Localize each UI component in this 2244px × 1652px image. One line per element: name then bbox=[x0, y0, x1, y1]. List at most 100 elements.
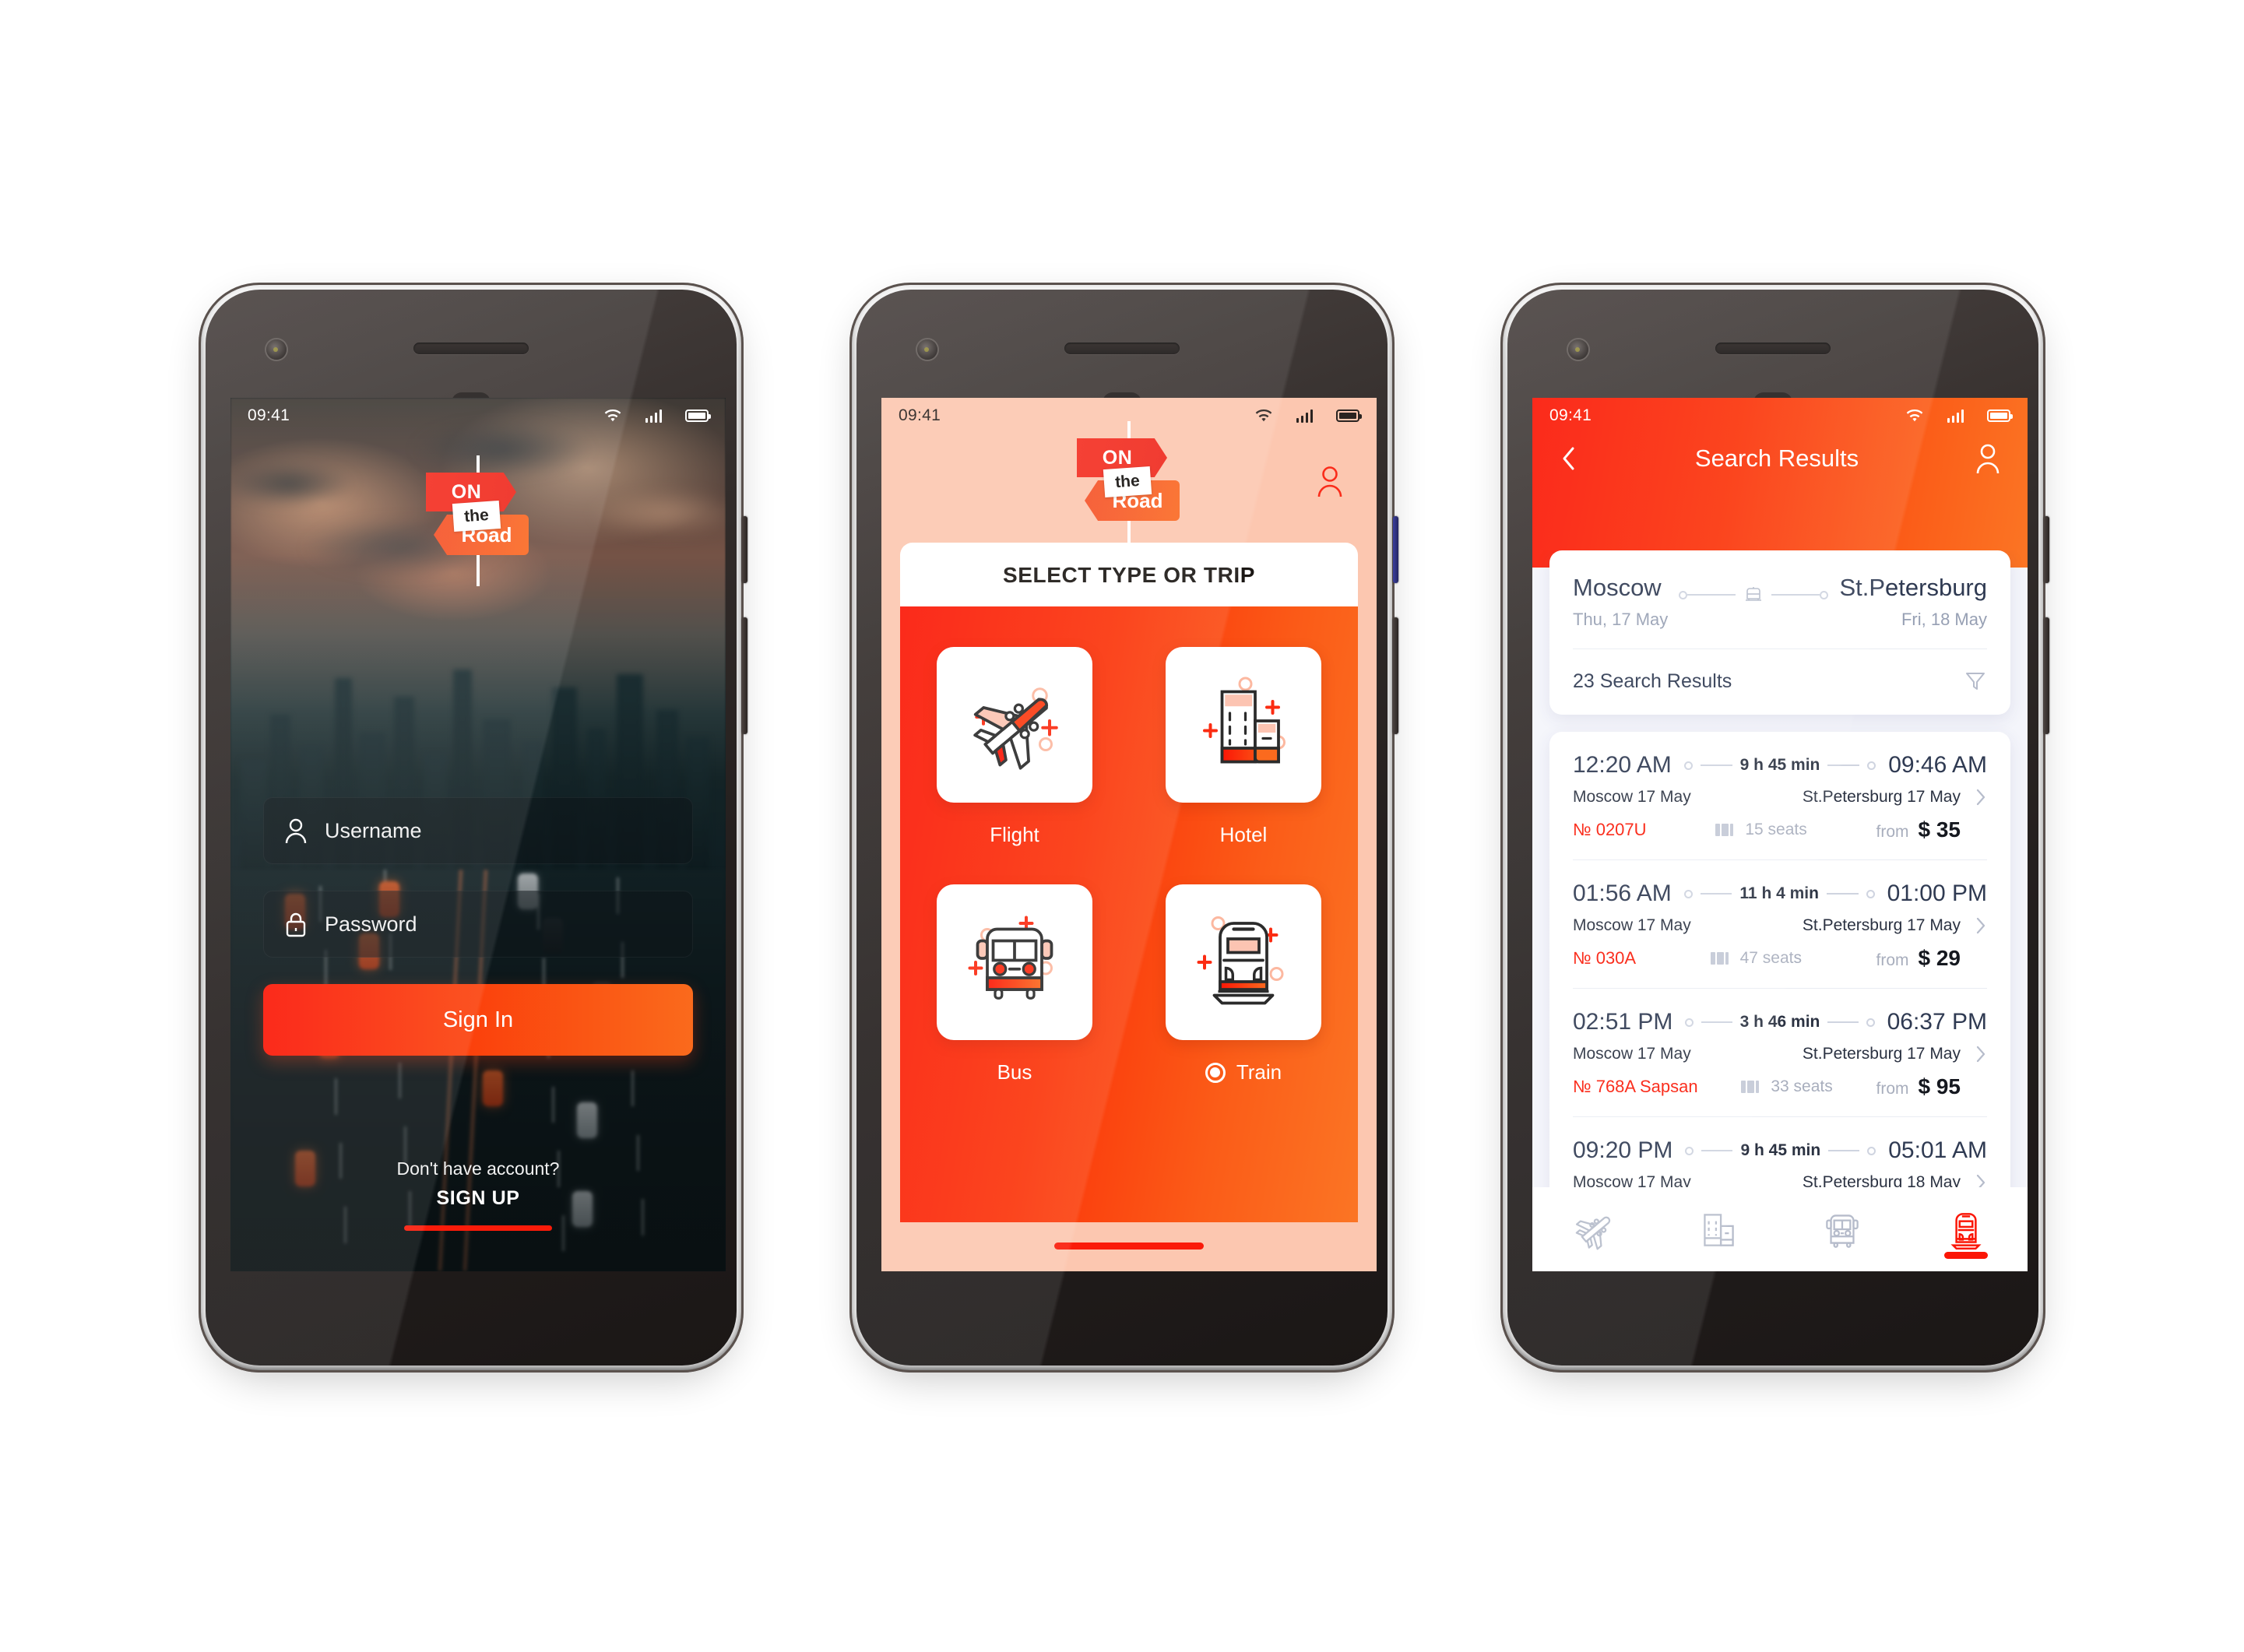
duration-line-left bbox=[1701, 1150, 1733, 1151]
origin-dot bbox=[1679, 590, 1688, 599]
phone-mockup-search-results: 09:41 Search Results Moscow Thu, 17 May … bbox=[1500, 283, 2049, 1377]
earpiece-speaker bbox=[1064, 343, 1180, 354]
arrive-dot bbox=[1867, 761, 1876, 770]
train-label: Train bbox=[1236, 1060, 1282, 1084]
trip-type-train[interactable]: Train bbox=[1166, 884, 1321, 1084]
arrive-place: St.Petersburg 17 May bbox=[1802, 788, 1961, 806]
depart-place: Moscow 17 May bbox=[1573, 916, 1691, 934]
arrive-dot bbox=[1867, 1146, 1876, 1155]
duration-line-right bbox=[1827, 764, 1860, 766]
chevron-right-icon[interactable] bbox=[1975, 1173, 1987, 1187]
arrive-time: 01:00 PM bbox=[1887, 880, 1987, 906]
lock-icon bbox=[283, 909, 309, 939]
filter-icon[interactable] bbox=[1964, 670, 1987, 693]
route-summary-card[interactable]: Moscow Thu, 17 May St.Petersburg Fri, 18… bbox=[1549, 550, 2010, 715]
earpiece-speaker bbox=[1715, 343, 1831, 354]
price: $ 35 bbox=[1918, 817, 1961, 842]
status-bar: 09:41 bbox=[230, 398, 726, 434]
volume-button[interactable] bbox=[1393, 617, 1398, 734]
app-logo: ON Road the bbox=[1067, 421, 1191, 552]
screen-select-type: 09:41 ON Road the SELECT TYPE OR TRIP Fl… bbox=[881, 398, 1377, 1271]
hotel-label: Hotel bbox=[1219, 823, 1268, 846]
chevron-right-icon[interactable] bbox=[1975, 1045, 1987, 1063]
duration: 11 h 4 min bbox=[1739, 884, 1819, 902]
wifi-icon bbox=[1905, 409, 1924, 423]
volume-button[interactable] bbox=[2044, 617, 2049, 734]
phone-body: 09:41 ON bbox=[199, 283, 747, 1373]
duration-line-right bbox=[1826, 893, 1859, 895]
trip-type-label: Bus bbox=[997, 1060, 1032, 1084]
screen-login: 09:41 ON Road the Username Password Sign… bbox=[230, 398, 726, 1271]
results-body: Moscow Thu, 17 May St.Petersburg Fri, 18… bbox=[1532, 550, 2028, 1187]
phone-glass: 09:41 ON bbox=[856, 290, 1388, 1366]
page-title: Search Results bbox=[1694, 445, 1859, 472]
screenshot-canvas: 09:41 ON Road the Username Password Sign… bbox=[0, 0, 2244, 1652]
tab-flight[interactable] bbox=[1532, 1187, 1656, 1271]
profile-icon[interactable] bbox=[1314, 463, 1345, 499]
signal-icon bbox=[1947, 409, 1964, 423]
table-row[interactable]: 01:56 AM 11 h 4 min 01:00 PM Moscow 17 M… bbox=[1573, 859, 1987, 988]
sign-in-button[interactable]: Sign In bbox=[263, 984, 693, 1056]
signup-section: Don't have account? SIGN UP bbox=[230, 1158, 726, 1271]
depart-place: Moscow 17 May bbox=[1573, 788, 1691, 806]
status-time: 09:41 bbox=[248, 406, 290, 424]
phone-body: 09:41 Search Results Moscow Thu, 17 May … bbox=[1500, 283, 2049, 1373]
power-button[interactable] bbox=[1393, 516, 1398, 583]
battery-icon bbox=[1987, 409, 2013, 422]
trip-type-hotel[interactable]: Hotel bbox=[1166, 647, 1321, 847]
duration-line-left bbox=[1700, 893, 1732, 895]
phone-glass: 09:41 Search Results Moscow Thu, 17 May … bbox=[1507, 290, 2038, 1366]
table-row[interactable]: 09:20 PM 9 h 45 min 05:01 AM Moscow 17 M… bbox=[1573, 1116, 1987, 1187]
status-bar: 09:41 bbox=[1532, 398, 2028, 434]
results-count: 23 Search Results bbox=[1573, 670, 1732, 692]
chevron-right-icon[interactable] bbox=[1975, 788, 1987, 807]
status-bar: 09:41 bbox=[881, 398, 1377, 434]
train-radio-selected[interactable] bbox=[1205, 1062, 1226, 1083]
tab-bus[interactable] bbox=[1780, 1187, 1904, 1271]
screen-search-results: 09:41 Search Results Moscow Thu, 17 May … bbox=[1532, 398, 2028, 1271]
trip-type-bus[interactable]: Bus bbox=[937, 884, 1092, 1084]
seats-available: 47 seats bbox=[1739, 949, 1802, 967]
trip-type-label: Train bbox=[1205, 1060, 1282, 1084]
destination-city: St.Petersburg bbox=[1839, 574, 1987, 601]
price: $ 95 bbox=[1918, 1074, 1961, 1098]
sign-up-link[interactable]: SIGN UP bbox=[230, 1187, 726, 1210]
destination-dot bbox=[1820, 590, 1829, 599]
origin-city: Moscow bbox=[1573, 574, 1662, 601]
seats-available: 15 seats bbox=[1745, 821, 1807, 838]
tab-hotel[interactable] bbox=[1656, 1187, 1780, 1271]
navigation-bar: Search Results bbox=[1532, 434, 2028, 476]
trip-type-flight[interactable]: Flight bbox=[937, 647, 1092, 847]
price-from-label: from bbox=[1876, 951, 1909, 969]
active-tab-indicator bbox=[1943, 1252, 1988, 1259]
home-indicator[interactable] bbox=[881, 1222, 1377, 1271]
app-logo: ON Road the bbox=[417, 455, 540, 586]
username-field[interactable]: Username bbox=[263, 797, 693, 864]
power-button[interactable] bbox=[742, 516, 747, 583]
depart-dot bbox=[1685, 1146, 1694, 1155]
duration: 3 h 46 min bbox=[1739, 1013, 1820, 1031]
arrive-place: St.Petersburg 17 May bbox=[1802, 1045, 1961, 1063]
profile-icon[interactable] bbox=[1973, 441, 2003, 476]
table-row[interactable]: 12:20 AM 9 h 45 min 09:46 AM Moscow 17 M… bbox=[1573, 732, 1987, 859]
trip-type-label: Hotel bbox=[1220, 823, 1268, 847]
depart-dot bbox=[1683, 761, 1693, 770]
username-input[interactable]: Username bbox=[325, 819, 422, 843]
tab-train[interactable] bbox=[1904, 1187, 2028, 1271]
front-camera-icon bbox=[917, 339, 937, 360]
destination-block: St.Petersburg Fri, 18 May bbox=[1839, 574, 1987, 630]
back-button[interactable] bbox=[1557, 444, 1581, 473]
battery-icon bbox=[1336, 409, 1362, 422]
power-button[interactable] bbox=[2044, 516, 2049, 583]
origin-block: Moscow Thu, 17 May bbox=[1573, 574, 1668, 630]
volume-button[interactable] bbox=[742, 617, 747, 734]
results-list: 12:20 AM 9 h 45 min 09:46 AM Moscow 17 M… bbox=[1549, 732, 2010, 1187]
user-icon bbox=[283, 816, 309, 845]
airplane-icon bbox=[937, 647, 1092, 803]
password-input[interactable]: Password bbox=[325, 912, 417, 937]
bus-label: Bus bbox=[997, 1060, 1032, 1084]
table-row[interactable]: 02:51 PM 3 h 46 min 06:37 PM Moscow 17 M… bbox=[1573, 988, 1987, 1116]
chevron-right-icon[interactable] bbox=[1975, 916, 1987, 935]
depart-dot bbox=[1685, 1018, 1694, 1027]
password-field[interactable]: Password bbox=[263, 891, 693, 958]
